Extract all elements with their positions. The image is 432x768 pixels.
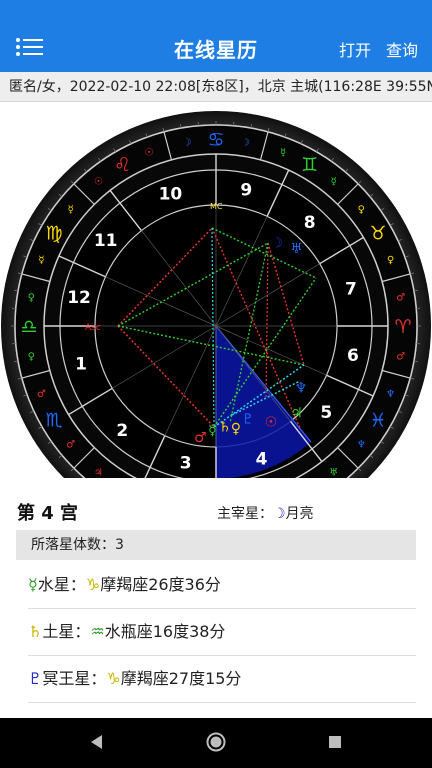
house-number-8[interactable]: 8 <box>304 213 316 233</box>
system-navigation-bar <box>0 718 432 768</box>
moon-planet-icon[interactable]: ☽ <box>270 236 283 252</box>
aries-sign-icon: ♈ <box>394 316 411 338</box>
taurus-sign-icon: ♉ <box>369 223 386 245</box>
planet-name: 水星： <box>37 575 86 594</box>
planet-count-row: 所落星体数：3 <box>16 530 416 560</box>
sign-ruler-icon: ♀ <box>28 293 35 304</box>
sign-ruler-icon: ♂ <box>66 440 75 451</box>
planet-row-mercury[interactable]: ☿水星：♑摩羯座26度36分 <box>28 562 416 609</box>
sign-ruler-icon: ♆ <box>386 389 395 400</box>
count-value: 3 <box>115 537 124 553</box>
sign-ruler-icon: ☿ <box>280 147 286 158</box>
recents-square-icon[interactable] <box>329 736 341 748</box>
planet-position: 摩羯座27度15分 <box>120 669 242 688</box>
sign-ruler-icon: ♀ <box>28 351 35 362</box>
sign-ruler-icon: ♃ <box>94 467 103 478</box>
pluto-icon: ♇ <box>28 669 43 688</box>
sign-ruler-icon: ♂ <box>37 389 46 400</box>
house-detail-panel: 第 4 宫 主宰星：☽月亮 所落星体数：3 ☿水星：♑摩羯座26度36分 ♄土星… <box>0 478 432 718</box>
planet-name: 冥王星： <box>42 669 107 688</box>
ruler-label: 主宰星： <box>217 506 273 522</box>
sign-ruler-icon: ☿ <box>331 177 337 188</box>
mercury-icon: ☿ <box>28 575 38 594</box>
moon-icon: ☽ <box>273 506 286 522</box>
sign-ruler-icon: ☉ <box>94 177 103 188</box>
house-number-4[interactable]: 4 <box>256 449 268 469</box>
count-label: 所落星体数： <box>31 537 115 553</box>
scorpio-sign-icon: ♏ <box>46 410 63 432</box>
sign-ruler-icon: ♀ <box>358 204 365 215</box>
jupiter-planet-icon[interactable]: ♃ <box>290 405 303 421</box>
birth-info-bar: 匿名/女，2022-02-10 22:08[东8区]，北京 主城(116:28E… <box>0 72 432 102</box>
sign-ruler-icon: ♆ <box>357 440 366 451</box>
sign-ruler-icon: ♂ <box>396 351 405 362</box>
saturn-icon: ♄ <box>28 622 43 641</box>
capricorn-icon: ♑ <box>106 669 121 688</box>
nav-icons <box>91 732 341 752</box>
planet-row-pluto[interactable]: ♇冥王星：♑摩羯座27度15分 <box>28 656 416 703</box>
sign-ruler-icon: ♂ <box>396 293 405 304</box>
natal-chart[interactable]: MC Asc 123456789101112 ♈♉♊♋♌♍♎♏♐♑♒♓♂♂♀♀☿… <box>0 103 432 478</box>
sign-ruler-icon: ♅ <box>329 467 338 478</box>
uranus-planet-icon[interactable]: ♅ <box>290 241 303 257</box>
house-number-6[interactable]: 6 <box>347 346 359 366</box>
birth-info-text: 匿名/女，2022-02-10 22:08[东8区]，北京 主城(116:28E… <box>9 79 432 95</box>
query-button[interactable]: 查询 <box>386 37 418 61</box>
sun-planet-icon[interactable]: ☉ <box>265 414 278 430</box>
mc-label: MC <box>210 202 223 211</box>
planet-position: 水瓶座16度38分 <box>104 622 226 641</box>
planet-name: 土星： <box>42 622 91 641</box>
pisces-sign-icon: ♓ <box>369 410 386 432</box>
pluto-planet-icon[interactable]: ♇ <box>242 412 255 428</box>
app-header: 在线星历 打开 查询 <box>0 0 432 72</box>
libra-sign-icon: ♎ <box>20 316 37 338</box>
capricorn-icon: ♑ <box>85 575 101 594</box>
mercury-planet-icon[interactable]: ☿ <box>208 423 217 439</box>
house-number-7[interactable]: 7 <box>345 280 357 300</box>
planet-position: 摩羯座26度36分 <box>100 575 221 594</box>
planet-row-saturn[interactable]: ♄土星：♒水瓶座16度38分 <box>28 609 416 656</box>
house-number-9[interactable]: 9 <box>240 180 252 200</box>
house-number-3[interactable]: 3 <box>180 454 192 474</box>
asc-label: Asc <box>85 323 101 333</box>
house-number-2[interactable]: 2 <box>116 421 128 441</box>
open-button[interactable]: 打开 <box>339 37 371 61</box>
sign-ruler-icon: ☉ <box>145 147 154 158</box>
aquarius-icon: ♒ <box>90 622 105 641</box>
venus-planet-icon[interactable]: ♀ <box>231 421 241 437</box>
sign-ruler-icon: ♀ <box>387 255 394 266</box>
saturn-planet-icon[interactable]: ♄ <box>219 420 232 436</box>
natal-chart-wheel[interactable]: MC Asc 123456789101112 ♈♉♊♋♌♍♎♏♐♑♒♓♂♂♀♀☿… <box>0 103 432 478</box>
gemini-sign-icon: ♊ <box>301 154 318 176</box>
house-title: 第 4 宫 <box>17 503 79 524</box>
neptune-planet-icon[interactable]: ♆ <box>295 381 308 397</box>
house-number-12[interactable]: 12 <box>67 288 91 308</box>
app-screen: 在线星历 打开 查询 匿名/女，2022-02-10 22:08[东8区]，北京… <box>0 0 432 768</box>
house-ruler: 主宰星：☽月亮 <box>217 503 314 523</box>
sign-ruler-icon: ☽ <box>182 137 191 148</box>
ruler-name: 月亮 <box>285 506 314 522</box>
sign-ruler-icon: ☽ <box>241 137 250 148</box>
sign-ruler-icon: ☿ <box>68 204 74 215</box>
house-number-1[interactable]: 1 <box>75 354 87 374</box>
virgo-sign-icon: ♍ <box>46 223 63 245</box>
cancer-sign-icon: ♋ <box>207 129 224 151</box>
leo-sign-icon: ♌ <box>114 154 131 176</box>
house-number-5[interactable]: 5 <box>320 403 332 423</box>
house-number-10[interactable]: 10 <box>159 185 183 205</box>
sign-ruler-icon: ☿ <box>38 255 44 266</box>
back-triangle-icon[interactable] <box>91 735 102 749</box>
mars-planet-icon[interactable]: ♂ <box>194 430 207 446</box>
house-number-11[interactable]: 11 <box>94 231 118 251</box>
